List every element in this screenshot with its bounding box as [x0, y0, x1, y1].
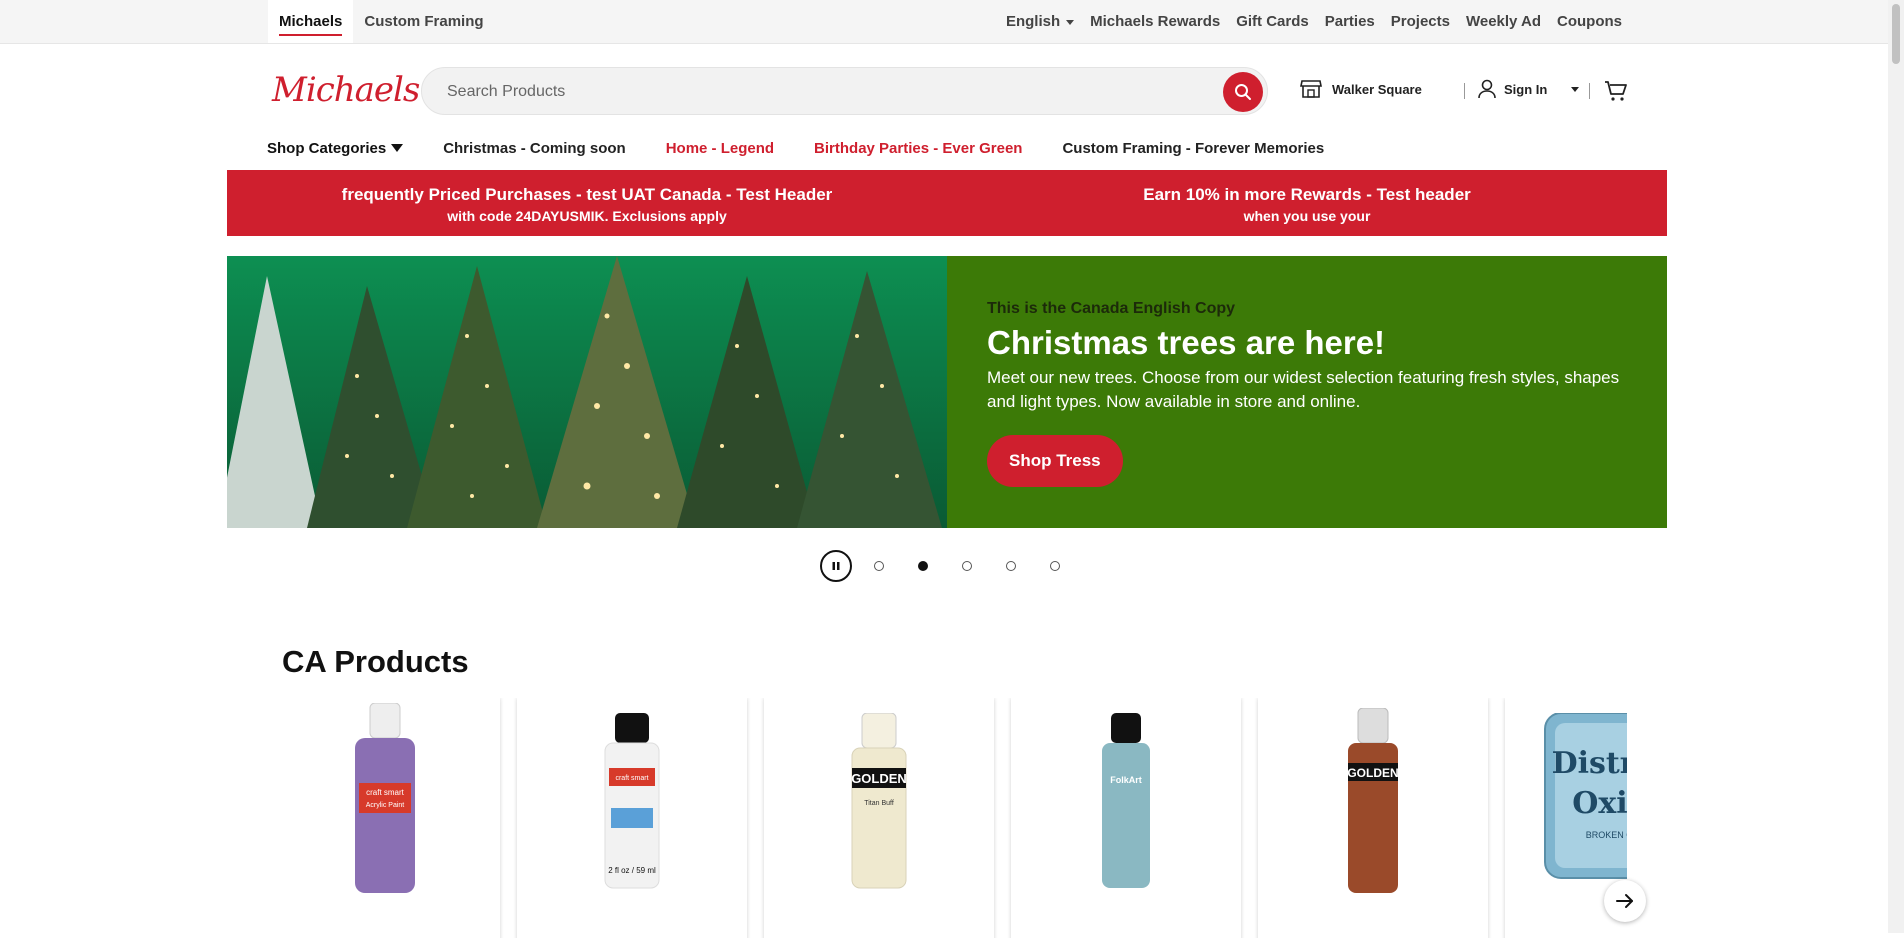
hero-banner: This is the Canada English Copy Christma…: [227, 256, 1667, 528]
carousel-dot[interactable]: [874, 561, 884, 571]
carousel-dot[interactable]: [1006, 561, 1016, 571]
section-title: CA Products: [282, 644, 469, 679]
cart-button[interactable]: [1604, 80, 1628, 107]
divider: [1464, 83, 1465, 99]
link-parties[interactable]: Parties: [1325, 13, 1375, 30]
bottle-label-text: 2 fl oz / 59 ml: [608, 866, 656, 875]
link-coupons[interactable]: Coupons: [1557, 13, 1622, 30]
chevron-down-icon: [1066, 19, 1075, 25]
store-icon: [1300, 80, 1322, 98]
product-label-text: BROKEN CHINA: [1586, 830, 1627, 840]
nav-home[interactable]: Home - Legend: [666, 140, 774, 164]
utility-links: English Michaels Rewards Gift Cards Part…: [1006, 0, 1622, 43]
hero-body: Meet our new trees. Choose from our wide…: [987, 368, 1620, 411]
product-label-text: Distress: [1552, 746, 1627, 781]
link-rewards[interactable]: Michaels Rewards: [1090, 13, 1220, 30]
store-name: Walker Square: [1332, 81, 1422, 97]
bottle-label-text: Acrylic Paint: [366, 802, 405, 809]
main-nav: Shop Categories Christmas - Coming soon …: [267, 140, 1364, 164]
product-card[interactable]: craft smart 2 fl oz / 59 ml: [517, 698, 747, 938]
shop-trees-button[interactable]: Shop Tress: [987, 435, 1123, 487]
tab-michaels-label: Michaels: [279, 13, 343, 36]
nav-birthday-parties[interactable]: Birthday Parties - Ever Green: [814, 140, 1022, 164]
promo-left[interactable]: frequently Priced Purchases - test UAT C…: [227, 170, 947, 236]
promo-right[interactable]: Earn 10% in more Rewards - Test header w…: [947, 170, 1667, 236]
cart-icon: [1605, 81, 1627, 101]
sign-in-button[interactable]: Sign In: [1478, 79, 1580, 99]
promo-headline: frequently Priced Purchases - test UAT C…: [341, 185, 833, 204]
language-label: English: [1005, 13, 1061, 30]
site-tabs: Michaels Custom Framing: [268, 0, 495, 43]
promo-subtext: when you use your: [1243, 208, 1371, 224]
carousel-next-button[interactable]: [1604, 880, 1646, 922]
pause-icon: [832, 562, 840, 570]
search-button[interactable]: [1223, 72, 1263, 112]
link-weekly-ad[interactable]: Weekly Ad: [1466, 13, 1541, 30]
promo-banner: frequently Priced Purchases - test UAT C…: [227, 170, 1667, 236]
pause-button[interactable]: [820, 550, 852, 582]
hero-title: Christmas trees are here!: [987, 324, 1386, 361]
tab-custom-framing-label: Custom Framing: [364, 13, 484, 30]
carousel-controls: [820, 550, 1094, 582]
store-selector[interactable]: Walker Square: [1300, 79, 1422, 99]
shop-categories-menu[interactable]: Shop Categories: [267, 140, 404, 164]
caret-down-icon: [391, 144, 404, 152]
hero-pretitle: This is the Canada English Copy: [987, 300, 1236, 317]
utility-bar: Michaels Custom Framing English Michaels…: [0, 0, 1888, 44]
product-card[interactable]: FolkArt: [1011, 698, 1241, 938]
bottle-label-text: Titan Buff: [864, 800, 894, 807]
search-input[interactable]: [445, 68, 1209, 116]
product-image: Distress Oxide BROKEN CHINA: [1544, 713, 1627, 879]
scrollbar-thumb[interactable]: [1892, 4, 1900, 64]
divider: [1589, 83, 1590, 99]
promo-subtext: with code 24DAYUSMIK. Exclusions apply: [447, 208, 727, 224]
bottle-brand-text: GOLDEN: [1347, 766, 1398, 780]
hero-copy: This is the Canada English Copy Christma…: [947, 256, 1667, 528]
carousel-dot-active[interactable]: [918, 561, 928, 571]
shop-categories-label: Shop Categories: [267, 140, 387, 157]
bottle-brand-text: FolkArt: [1110, 775, 1142, 785]
nav-custom-framing[interactable]: Custom Framing - Forever Memories: [1062, 140, 1324, 164]
search-icon: [1235, 84, 1251, 100]
nav-christmas[interactable]: Christmas - Coming soon: [443, 140, 626, 164]
carousel-dot[interactable]: [962, 561, 972, 571]
michaels-logo[interactable]: Michaels: [272, 70, 420, 110]
chevron-down-icon: [1571, 86, 1580, 92]
tab-michaels[interactable]: Michaels: [268, 0, 354, 43]
bottle-brand-text: GOLDEN: [851, 771, 907, 786]
product-card[interactable]: GOLDEN: [1258, 698, 1488, 938]
product-image: craft smart 2 fl oz / 59 ml: [604, 713, 660, 889]
product-card[interactable]: craft smart Acrylic Paint: [270, 698, 500, 938]
user-icon: [1478, 79, 1496, 99]
product-carousel: craft smart Acrylic Paint craft smart 2 …: [270, 698, 1627, 938]
language-selector[interactable]: English: [1005, 13, 1075, 30]
product-image: FolkArt: [1102, 713, 1150, 888]
link-projects[interactable]: Projects: [1391, 13, 1450, 30]
bottle-brand-text: craft smart: [366, 788, 405, 797]
page-scrollbar[interactable]: [1888, 0, 1904, 933]
product-card[interactable]: GOLDEN Titan Buff: [764, 698, 994, 938]
arrow-right-icon: [1616, 894, 1633, 908]
search-bar: [421, 67, 1268, 116]
christmas-trees-image: [227, 256, 947, 528]
promo-headline: Earn 10% in more Rewards - Test header: [1143, 185, 1471, 204]
christmas-trees-illustration: [227, 256, 947, 528]
product-image: GOLDEN: [1347, 708, 1399, 893]
bottle-brand-text: craft smart: [615, 775, 648, 782]
carousel-dot[interactable]: [1050, 561, 1060, 571]
product-image: craft smart Acrylic Paint: [355, 703, 415, 893]
tab-custom-framing[interactable]: Custom Framing: [353, 0, 494, 43]
product-image: GOLDEN Titan Buff: [851, 713, 907, 889]
link-gift-cards[interactable]: Gift Cards: [1236, 13, 1309, 30]
product-label-text: Oxide: [1572, 786, 1627, 821]
sign-in-label: Sign In: [1504, 81, 1548, 97]
